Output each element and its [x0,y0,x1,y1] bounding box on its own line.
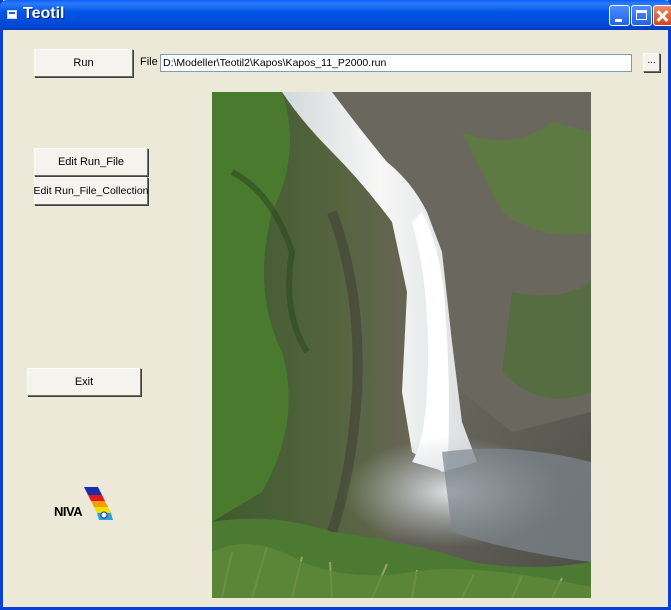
app-icon[interactable] [7,10,17,19]
edit-run-file-button[interactable]: Edit Run_File [34,148,148,176]
niva-logo-text: NIVA [54,504,83,519]
title-bar[interactable]: Teotil [0,0,671,30]
maximize-icon[interactable] [631,5,652,26]
window-title: Teotil [23,5,65,22]
close-icon[interactable] [653,5,671,26]
run-button[interactable]: Run [34,49,133,77]
minimize-icon[interactable] [609,5,630,26]
waterfall-photo [212,92,591,598]
file-label: File [140,56,158,68]
exit-button[interactable]: Exit [27,368,141,396]
exit-label: Exit [74,376,94,388]
niva-logo: NIVA [54,487,114,521]
browse-button[interactable]: ... [643,53,660,72]
edit-run-file-collection-button[interactable]: Edit Run_File_Collection [34,177,149,205]
file-path-input[interactable] [160,54,632,72]
main-window: Teotil Run File ... Edit Run_File Edit R… [0,0,671,610]
